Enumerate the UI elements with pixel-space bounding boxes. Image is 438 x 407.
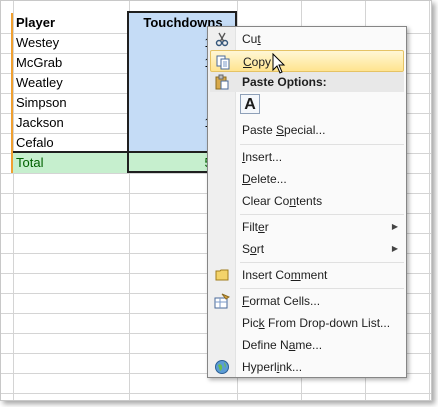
copy-icon: [215, 54, 231, 70]
cell-player[interactable]: Jackson: [13, 113, 129, 133]
menu-label: r: [264, 220, 269, 234]
menu-label: Cu: [242, 32, 258, 46]
menu-label: Hyperl: [242, 360, 277, 374]
menu-label: opy: [251, 55, 272, 69]
menu-label: S: [242, 242, 251, 256]
cell-player[interactable]: McGrab: [13, 53, 129, 73]
menu-item-copy[interactable]: Copy: [210, 50, 404, 72]
menu-label: Pic: [242, 316, 259, 330]
menu-item-hyperlink[interactable]: Hyperlink...: [210, 356, 404, 378]
globe-icon: [214, 359, 230, 375]
table-border: [11, 13, 13, 173]
accelerator-key: D: [242, 172, 251, 186]
menu-item-pick-from-dropdown[interactable]: Pick From Drop-down List...: [210, 312, 404, 334]
menu-item-cut[interactable]: Cut: [210, 28, 404, 50]
context-menu: Cut Copy Paste Options: A Paste Special.…: [207, 26, 407, 378]
accelerator-key: o: [250, 242, 257, 256]
clipboard-icon: [214, 74, 230, 95]
menu-label: ment: [300, 268, 328, 282]
cell-player[interactable]: Weatley: [13, 73, 129, 93]
accelerator-key: e: [258, 220, 265, 234]
menu-label: Insert Co: [242, 268, 291, 282]
mouse-pointer-icon: [272, 52, 288, 77]
menu-label: tents: [296, 194, 323, 208]
excel-window: Player Touchdowns Westey 14 McGrab 10 We…: [0, 0, 432, 401]
menu-item-insert[interactable]: Insert...: [210, 146, 404, 168]
menu-label: Filt: [242, 220, 258, 234]
menu-item-clear-contents[interactable]: Clear Contents: [210, 190, 404, 212]
menu-separator: [240, 144, 404, 145]
comment-icon: [214, 267, 230, 283]
accelerator-key: m: [290, 268, 301, 282]
menu-label: Clear Co: [242, 194, 290, 208]
cell-total-label[interactable]: Total: [13, 153, 129, 173]
menu-separator: [240, 262, 404, 263]
format-cells-icon: [214, 293, 231, 309]
menu-label: nk...: [279, 360, 303, 374]
menu-separator: [240, 288, 404, 289]
accelerator-key: C: [243, 55, 252, 69]
scissors-icon: [214, 31, 230, 47]
total-row-border: [13, 151, 237, 153]
cell-player[interactable]: Simpson: [13, 93, 129, 113]
menu-item-insert-comment[interactable]: Insert Comment: [210, 264, 404, 286]
paste-values-button[interactable]: A: [240, 94, 260, 114]
menu-label: Paste: [242, 123, 277, 137]
menu-label: pecial...: [284, 123, 326, 137]
menu-label: Define N: [242, 338, 289, 352]
menu-item-sort[interactable]: Sort ▶: [210, 238, 404, 260]
menu-label: ormat Cells...: [249, 294, 321, 308]
gridline: [429, 1, 430, 400]
header-cell-player[interactable]: Player: [13, 13, 129, 33]
accelerator-key: t: [257, 32, 261, 46]
menu-label: From Drop-down List...: [264, 316, 391, 330]
cell-player[interactable]: Westey: [13, 33, 129, 53]
gridline: [1, 393, 431, 394]
menu-label: rt: [256, 242, 265, 256]
menu-label: elete...: [250, 172, 287, 186]
menu-item-format-cells[interactable]: Format Cells...: [210, 290, 404, 312]
menu-item-delete[interactable]: Delete...: [210, 168, 404, 190]
submenu-arrow-icon: ▶: [391, 222, 398, 231]
cell-player[interactable]: Cefalo: [13, 133, 129, 153]
paste-options-header: Paste Options:: [210, 72, 404, 92]
menu-label: nsert...: [245, 150, 283, 164]
menu-item-paste-special[interactable]: Paste Special...: [210, 119, 404, 141]
menu-item-filter[interactable]: Filter ▶: [210, 216, 404, 238]
paste-options-label: Paste Options:: [242, 75, 327, 89]
menu-label: me...: [295, 338, 323, 352]
menu-separator: [240, 214, 404, 215]
accelerator-key: S: [276, 123, 285, 137]
submenu-arrow-icon: ▶: [391, 244, 398, 253]
menu-item-define-name[interactable]: Define Name...: [210, 334, 404, 356]
